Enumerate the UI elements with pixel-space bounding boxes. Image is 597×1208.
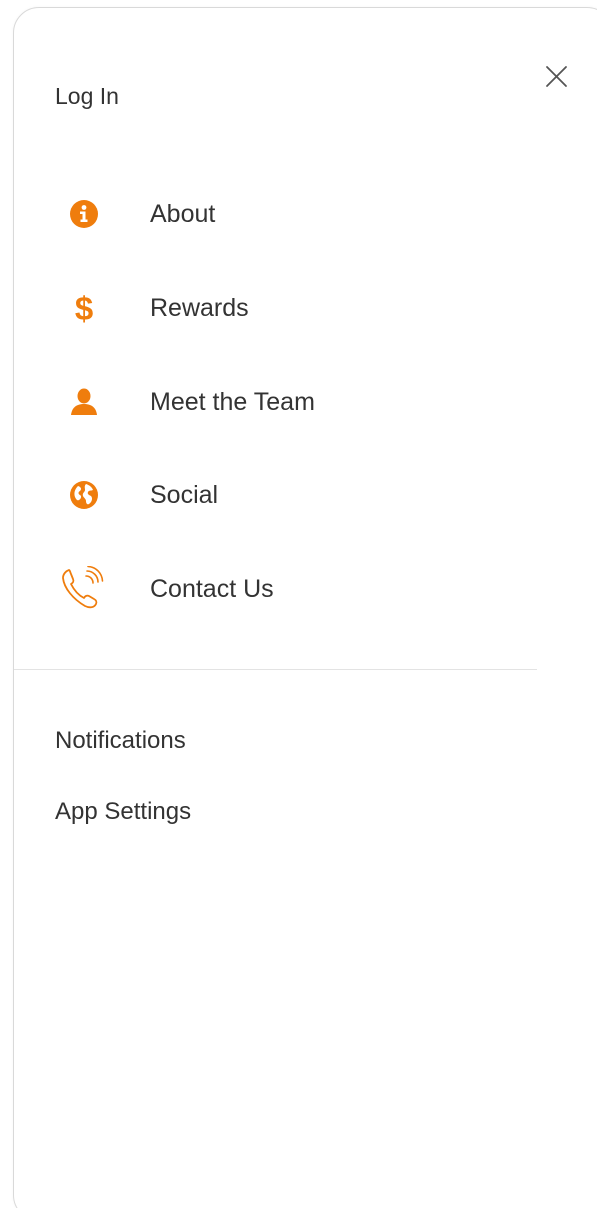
menu-item-label: Meet the Team (150, 388, 315, 416)
app-settings-link[interactable]: App Settings (55, 798, 191, 826)
menu-item-label: Rewards (150, 294, 249, 322)
phone-icon (55, 561, 113, 617)
menu-item-social[interactable]: Social (55, 467, 525, 523)
svg-text:$: $ (75, 291, 93, 325)
menu-item-meet-the-team[interactable]: Meet the Team (55, 374, 525, 430)
menu-item-label: About (150, 200, 216, 228)
info-circle-icon (55, 186, 113, 242)
close-button[interactable] (542, 62, 572, 92)
section-divider (14, 669, 537, 670)
globe-icon (55, 467, 113, 523)
person-icon (55, 374, 113, 430)
notifications-link[interactable]: Notifications (55, 727, 186, 755)
menu-item-contact-us[interactable]: Contact Us (55, 561, 525, 617)
dollar-icon: $ (55, 280, 113, 336)
menu-item-about[interactable]: About (55, 186, 525, 242)
login-link[interactable]: Log In (55, 82, 119, 110)
menu-item-rewards[interactable]: $ Rewards (55, 280, 525, 336)
menu-item-label: Social (150, 481, 219, 509)
close-icon (546, 66, 567, 87)
menu-item-label: Contact Us (150, 575, 274, 603)
